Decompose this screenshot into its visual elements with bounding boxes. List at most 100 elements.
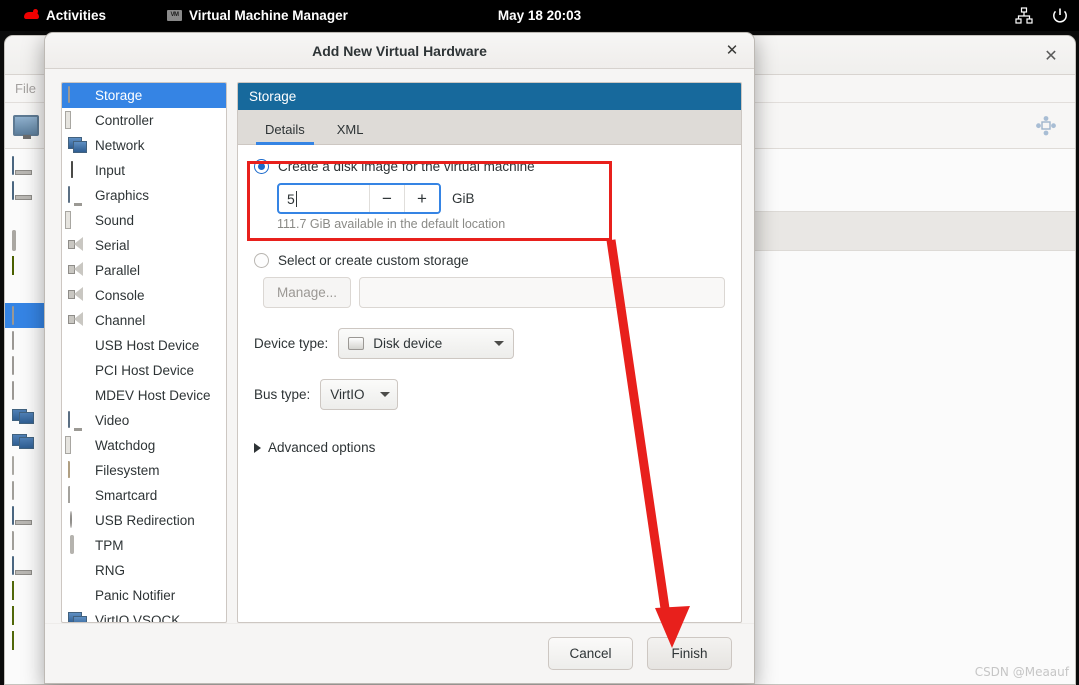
pane-tab-bar[interactable]: Details XML — [238, 110, 741, 145]
sidebar-item-network[interactable]: Network — [62, 133, 226, 158]
tab-label: XML — [336, 122, 364, 137]
tab-xml[interactable]: XML — [328, 122, 373, 144]
sidebar-item-mdev-host-device[interactable]: MDEV Host Device — [62, 383, 226, 408]
add-new-virtual-hardware-dialog[interactable]: Add New Virtual Hardware ✕ Storage Contr… — [44, 32, 755, 684]
sidebar-item-input[interactable]: Input — [62, 158, 226, 183]
mouse-icon — [12, 455, 34, 475]
cpu-chip-icon — [12, 229, 34, 251]
display-icon — [12, 505, 34, 525]
cancel-button[interactable]: Cancel — [548, 637, 633, 670]
sidebar-item-channel[interactable]: Channel — [62, 308, 226, 333]
screen-resize-icon[interactable] — [1035, 115, 1057, 137]
gnome-top-bar: Activities VM Virtual Machine Manager Ma… — [0, 0, 1079, 31]
tab-details[interactable]: Details — [256, 122, 314, 145]
sidebar-item-label: Channel — [95, 313, 146, 328]
disk-size-spinner[interactable]: 5 − + — [277, 183, 441, 214]
dialog-titlebar: Add New Virtual Hardware ✕ — [45, 33, 754, 69]
sidebar-item-label: PCI Host Device — [95, 363, 195, 378]
sidebar-item-label: Network — [95, 138, 145, 153]
bus-type-dropdown[interactable]: VirtIO — [320, 379, 399, 410]
manage-button[interactable]: Manage... — [263, 277, 351, 308]
sidebar-item-console[interactable]: Console — [62, 283, 226, 308]
panic-gears-icon — [68, 587, 87, 604]
gears-icon — [12, 207, 34, 225]
available-space-label: 111.7 GiB available in the default locat… — [277, 217, 506, 231]
close-icon[interactable]: ✕ — [1041, 46, 1061, 66]
sidebar-item-label: Input — [95, 163, 126, 178]
hardware-category-list[interactable]: Storage Controller Network Input Graphic… — [61, 82, 227, 623]
sidebar-item-virtio-vsock[interactable]: VirtIO VSOCK — [62, 608, 226, 622]
keyboard-icon — [12, 480, 34, 500]
radio-custom-storage[interactable] — [254, 253, 269, 268]
app-menu-label: Virtual Machine Manager — [189, 8, 348, 23]
chevron-down-icon — [494, 341, 505, 346]
sidebar-item-label: Video — [95, 413, 130, 428]
network-icon[interactable] — [1015, 6, 1033, 25]
storage-detail-pane: Storage Details XML Create a disk image … — [237, 82, 742, 623]
dialog-footer: Cancel Finish — [45, 623, 754, 683]
vsock-network-icon — [68, 612, 87, 622]
display-icon — [68, 411, 87, 429]
dialog-title: Add New Virtual Hardware — [312, 42, 487, 59]
sidebar-item-parallel[interactable]: Parallel — [62, 258, 226, 283]
device-type-value: Disk device — [373, 336, 443, 351]
usb-redirection-icon — [68, 511, 87, 529]
sidebar-item-controller[interactable]: Controller — [62, 108, 226, 133]
device-type-dropdown[interactable]: Disk device — [338, 328, 515, 359]
custom-storage-option[interactable]: Select or create custom storage — [254, 253, 725, 268]
sidebar-item-pci-host-device[interactable]: PCI Host Device — [62, 358, 226, 383]
menu-file[interactable]: File — [15, 81, 36, 96]
advanced-options-expander[interactable]: Advanced options — [254, 440, 725, 455]
app-menu-button[interactable]: VM Virtual Machine Manager — [159, 0, 356, 31]
sidebar-item-storage[interactable]: Storage — [62, 83, 226, 108]
sidebar-item-label: MDEV Host Device — [95, 388, 211, 403]
clock-label[interactable]: May 18 20:03 — [498, 8, 581, 23]
sidebar-item-watchdog[interactable]: Watchdog — [62, 433, 226, 458]
activities-button[interactable]: Activities — [16, 0, 114, 31]
sidebar-item-label: Watchdog — [95, 438, 156, 453]
sidebar-item-rng[interactable]: RNG — [62, 558, 226, 583]
sidebar-item-label: Sound — [95, 213, 135, 228]
power-icon[interactable] — [1051, 7, 1069, 25]
device-type-label: Device type: — [254, 336, 329, 351]
printer-icon — [12, 530, 34, 550]
network-icon — [12, 407, 34, 425]
disk-size-value: 5 — [287, 190, 295, 207]
pane-title: Storage — [249, 89, 297, 104]
system-status-area[interactable] — [1015, 0, 1069, 31]
disk-size-increment-button[interactable]: + — [404, 185, 439, 212]
finish-button[interactable]: Finish — [647, 637, 732, 670]
sidebar-item-video[interactable]: Video — [62, 408, 226, 433]
bus-type-value: VirtIO — [330, 387, 365, 402]
create-disk-image-option[interactable]: Create a disk image for the virtual mach… — [254, 159, 725, 174]
sidebar-item-usb-redirection[interactable]: USB Redirection — [62, 508, 226, 533]
show-console-icon[interactable] — [13, 115, 39, 139]
disk-size-input[interactable]: 5 — [279, 185, 369, 212]
pane-body: Create a disk image for the virtual mach… — [238, 145, 741, 622]
sidebar-item-graphics[interactable]: Graphics — [62, 183, 226, 208]
sidebar-item-panic-notifier[interactable]: Panic Notifier — [62, 583, 226, 608]
sidebar-item-serial[interactable]: Serial — [62, 233, 226, 258]
display-icon — [12, 155, 34, 175]
storage-icon — [68, 86, 87, 104]
sidebar-item-usb-host-device[interactable]: USB Host Device — [62, 333, 226, 358]
disk-size-decrement-button[interactable]: − — [369, 185, 404, 212]
sidebar-item-filesystem[interactable]: Filesystem — [62, 458, 226, 483]
pci-gears-icon — [68, 362, 87, 379]
virtual-machine-manager-icon: VM — [167, 10, 183, 21]
watermark-label: CSDN @Meaauf — [974, 665, 1069, 679]
controller-card-icon — [12, 580, 34, 600]
close-icon[interactable]: ✕ — [722, 41, 742, 61]
console-icon — [68, 287, 87, 304]
sidebar-item-tpm[interactable]: TPM — [62, 533, 226, 558]
text-caret — [295, 190, 297, 207]
storage-path-input[interactable] — [359, 277, 725, 308]
sidebar-item-sound[interactable]: Sound — [62, 208, 226, 233]
controller-card-icon — [68, 111, 87, 129]
bus-type-row: Bus type: VirtIO — [254, 379, 725, 410]
sidebar-item-smartcard[interactable]: Smartcard — [62, 483, 226, 508]
sidebar-item-label: Console — [95, 288, 145, 303]
network-icon — [68, 137, 87, 154]
tpm-chip-icon — [68, 535, 87, 554]
radio-create-disk-image[interactable] — [254, 159, 269, 174]
